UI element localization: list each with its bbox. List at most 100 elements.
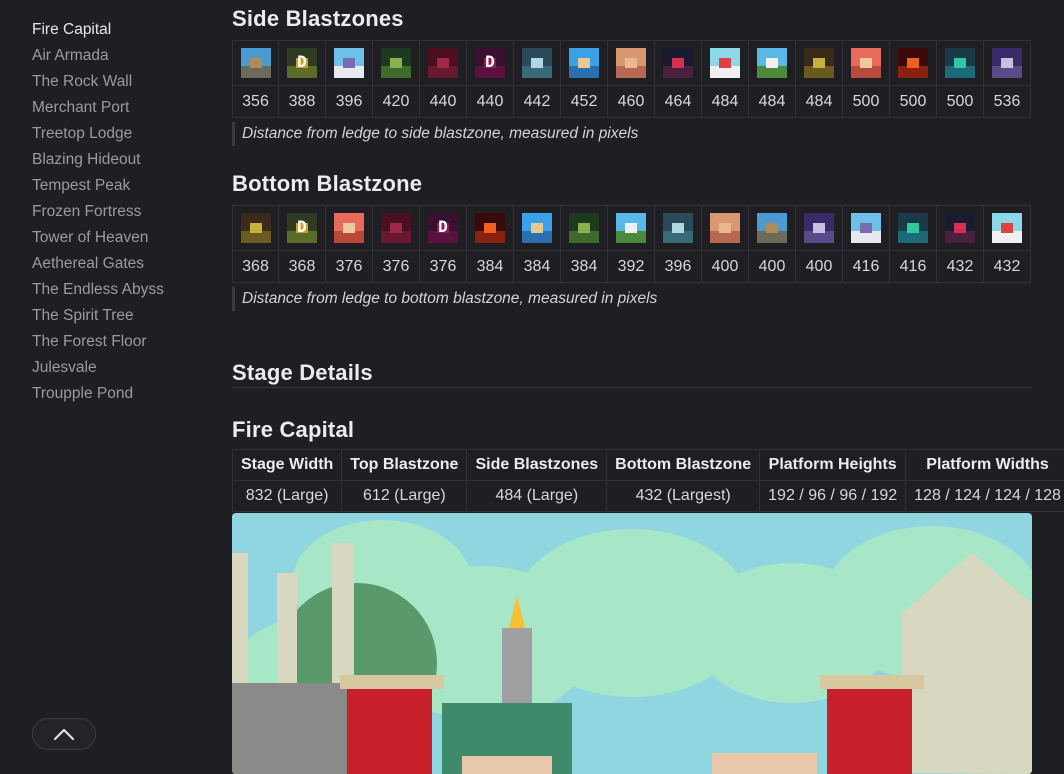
blastzone-cell: 484 [702,40,749,118]
blastzone-value: 384 [523,258,551,275]
sidebar-item[interactable]: Troupple Pond [32,381,164,407]
sidebar-item[interactable]: The Forest Floor [32,329,164,355]
sidebar-item[interactable]: Tower of Heaven [32,225,164,251]
stage-thumbnail-cell [890,206,936,251]
side-blastzones-heading: Side Blastzones [232,6,404,31]
scroll-to-top-button[interactable] [32,718,96,750]
sidebar-item[interactable]: Tempest Peak [32,173,164,199]
blastzone-value: 388 [288,93,316,110]
stage-icon [710,213,740,243]
stage-thumbnail-cell: D [420,206,466,251]
stage-thumbnail-cell [796,41,842,86]
stage-thumbnail-cell [326,206,372,251]
details-column-header: Stage Width [232,449,343,481]
sidebar: Fire Capital Air Armada The Rock Wall Merch… [0,0,210,774]
blastzone-value: 484 [711,93,739,110]
stage-thumbnail-cell [843,206,889,251]
blastzone-cell: 400 [796,205,843,283]
blastzone-cell: 432 [937,205,984,283]
stage-art-shape [712,753,817,774]
stage-thumbnail-cell [937,206,983,251]
stage-thumbnail-cell [233,206,278,251]
stage-thumbnail-cell [702,41,748,86]
blastzone-cell: 442 [514,40,561,118]
blastzone-cell: 500 [937,40,984,118]
blastzone-value: 368 [288,258,316,275]
stage-icon [663,48,693,78]
stage-illustration [232,513,1032,774]
stage-icon [992,213,1022,243]
bottom-blastzone-table: 368 D 368 376 376 D 376 384 384 384 392 396 400 400 40… [232,205,1031,283]
stage-icon: D [428,213,458,243]
stage-thumbnail-cell: D [279,41,325,86]
sidebar-item[interactable]: The Spirit Tree [32,303,164,329]
blastzone-value: 452 [570,93,598,110]
blastzone-value: 440 [476,93,504,110]
blastzone-cell: 452 [561,40,608,118]
sidebar-item[interactable]: The Rock Wall [32,69,164,95]
blastzone-value: 500 [946,93,974,110]
sidebar-item[interactable]: Frozen Fortress [32,199,164,225]
blastzone-value: 376 [429,258,457,275]
stage-name-heading: Fire Capital [232,417,355,442]
blastzone-value: 396 [664,258,692,275]
stage-icon [898,48,928,78]
blastzone-value: 384 [570,258,598,275]
details-column-header: Platform Widths [905,449,1064,481]
blastzone-cell: 416 [890,205,937,283]
details-cell: 432 (Largest) [606,480,761,512]
blastzone-cell: D 440 [467,40,514,118]
details-header-row: Stage Width Top Blastzone Side Blastzones B… [232,449,1064,481]
details-column-header: Bottom Blastzone [606,449,761,481]
stage-icon-glyph: D [297,52,307,71]
stage-icon [240,48,271,78]
sidebar-item[interactable]: Julesvale [32,355,164,381]
blastzone-value: 416 [852,258,880,275]
stage-thumbnail-cell [561,206,607,251]
stage-thumbnail-cell [890,41,936,86]
blastzone-value: 536 [993,93,1021,110]
sidebar-item[interactable]: Air Armada [32,43,164,69]
stage-icon [898,213,928,243]
details-cell: 192 / 96 / 96 / 192 [759,480,907,512]
sidebar-item[interactable]: Aethereal Gates [32,251,164,277]
sidebar-item[interactable]: The Endless Abyss [32,277,164,303]
blastzone-cell: 396 [655,205,702,283]
sidebar-item[interactable]: Merchant Port [32,95,164,121]
stage-thumbnail-cell [561,41,607,86]
stage-icon [804,48,834,78]
sidebar-item[interactable]: Treetop Lodge [32,121,164,147]
stage-list: Fire Capital Air Armada The Rock Wall Merch… [32,17,164,407]
stage-icon [381,213,411,243]
blastzone-value: 400 [805,258,833,275]
stage-thumbnail-cell [514,41,560,86]
blastzone-value: 460 [617,93,645,110]
blastzone-value: 368 [242,258,269,275]
blastzone-value: 376 [335,258,363,275]
blastzone-cell: 440 [420,40,467,118]
blastzone-cell: 392 [608,205,655,283]
details-cell: 612 (Large) [341,480,468,512]
sidebar-item[interactable]: Fire Capital [32,17,164,43]
blastzone-value: 376 [382,258,410,275]
blastzone-cell: D 388 [279,40,326,118]
stage-thumbnail-cell [373,206,419,251]
details-column-header: Top Blastzone [341,449,468,481]
stage-icon [381,48,411,78]
sidebar-item[interactable]: Blazing Hideout [32,147,164,173]
blastzone-cell: 384 [467,205,514,283]
stage-icon-glyph: D [297,217,307,236]
blastzone-value: 442 [523,93,551,110]
details-cell: 832 (Large) [232,480,343,512]
stage-thumbnail-cell [467,206,513,251]
blastzone-cell: 376 [373,205,420,283]
stage-icon [522,213,552,243]
side-blastzones-caption: Distance from ledge to side blastzone, m… [232,122,638,146]
stage-icon-glyph: D [438,217,448,236]
details-column-header: Side Blastzones [466,449,608,481]
stage-icon [475,213,505,243]
blastzone-value: 484 [805,93,833,110]
stage-thumbnail-cell [937,41,983,86]
stage-art-shape [462,756,552,774]
stage-thumbnail-cell [843,41,889,86]
